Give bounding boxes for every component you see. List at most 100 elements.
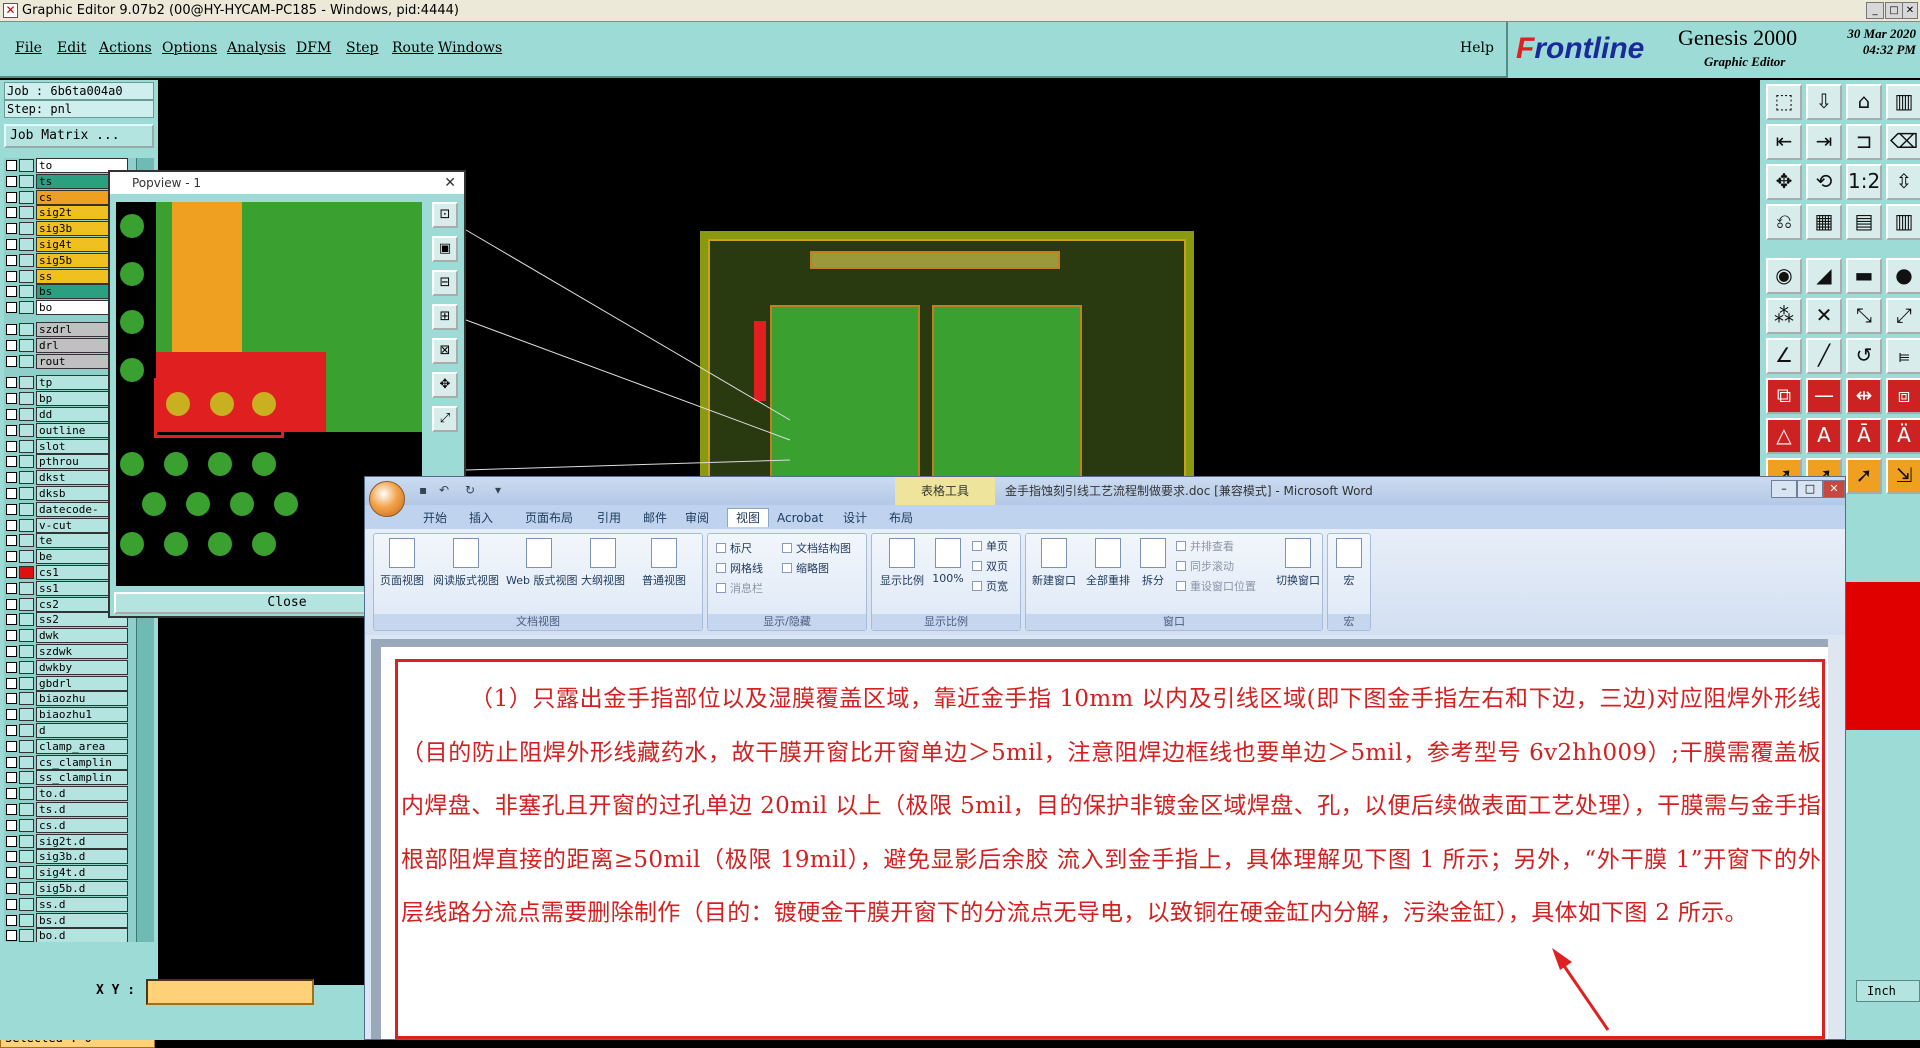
document-map-checkbox[interactable]: 文档结构图	[782, 542, 851, 556]
view-side-by-side-button[interactable]: 并排查看	[1176, 540, 1234, 554]
tool-button-25-icon[interactable]: ∠	[1766, 338, 1802, 374]
outline-view-icon	[590, 538, 616, 568]
tool-button-12-icon[interactable]: ⇳	[1886, 164, 1920, 200]
word-restore-button[interactable]: □	[1797, 480, 1823, 498]
xy-input[interactable]	[146, 979, 314, 1005]
reading-view-icon	[453, 538, 479, 568]
tool-button-33-icon[interactable]: △	[1766, 418, 1802, 454]
tool-button-9-icon[interactable]: ✥	[1766, 164, 1802, 200]
two-pages-button[interactable]: 双页	[972, 560, 1008, 574]
ribbon-tab[interactable]: 插入	[469, 509, 493, 527]
tool-button-36-icon[interactable]: Ä	[1886, 418, 1920, 454]
undo-icon[interactable]: ↶	[439, 483, 449, 497]
popview-tool-5-icon[interactable]: ⊠	[432, 338, 458, 364]
ribbon-tab[interactable]: 布局	[889, 509, 913, 527]
group-document-views: 页面视图 阅读版式视图 Web 版式视图 大纲视图 普通视图 文档视图	[373, 533, 703, 631]
tool-button-23-icon[interactable]: ⤡	[1846, 298, 1882, 334]
tool-button-2-icon[interactable]: ⇩	[1806, 84, 1842, 120]
reset-window-position-button[interactable]: 重设窗口位置	[1176, 580, 1256, 594]
tool-button-29-icon[interactable]: ⧉	[1766, 378, 1802, 414]
tool-button-15-icon[interactable]: ▤	[1846, 204, 1882, 240]
tool-button-13-icon[interactable]: ⎌	[1766, 204, 1802, 240]
group-label-macros: 宏	[1328, 614, 1370, 630]
tool-button-39-icon[interactable]: ➚	[1846, 458, 1882, 494]
tool-button-1-icon[interactable]: ⬚	[1766, 84, 1802, 120]
tool-button-20-icon[interactable]: ●	[1886, 258, 1920, 294]
tool-button-18-icon[interactable]: ◢	[1806, 258, 1842, 294]
web-view-button[interactable]: Web 版式视图	[506, 538, 577, 588]
new-window-button[interactable]: 新建窗口	[1028, 538, 1080, 588]
units-selector[interactable]: Inch	[1856, 980, 1920, 1002]
thumbnails-checkbox[interactable]: 缩略图	[782, 562, 829, 576]
tool-button-40-icon[interactable]: ⇲	[1886, 458, 1920, 494]
popview-tool-2-icon[interactable]: ▣	[432, 236, 458, 262]
popview-tool-3-icon[interactable]: ⊟	[432, 270, 458, 296]
outline-view-button[interactable]: 大纲视图	[576, 538, 630, 588]
tool-button-22-icon[interactable]: ✕	[1806, 298, 1842, 334]
popview-close-icon[interactable]: ✕	[444, 172, 456, 194]
word-close-button[interactable]: ✕	[1823, 480, 1845, 498]
sync-scroll-button[interactable]: 同步滚动	[1176, 560, 1234, 574]
tool-button-21-icon[interactable]: ⁂	[1766, 298, 1802, 334]
tool-button-4-icon[interactable]: ▥	[1886, 84, 1920, 120]
tool-button-11-icon[interactable]: 1:2	[1846, 164, 1882, 200]
ribbon-tab[interactable]: 引用	[597, 509, 621, 527]
page-view-button[interactable]: 页面视图	[378, 538, 426, 588]
popview-zoom-icon[interactable]: ✥	[432, 372, 458, 398]
popview-tool-4-icon[interactable]: ⊞	[432, 304, 458, 330]
tool-button-8-icon[interactable]: ⌫	[1886, 124, 1920, 160]
tool-button-14-icon[interactable]: ▦	[1806, 204, 1842, 240]
tool-button-26-icon[interactable]: ╱	[1806, 338, 1842, 374]
split-button[interactable]: 拆分	[1136, 538, 1170, 588]
tool-button-32-icon[interactable]: ⧈	[1886, 378, 1920, 414]
document-scrollbar[interactable]	[1828, 639, 1841, 1039]
split-icon	[1140, 538, 1166, 568]
tool-button-10-icon[interactable]: ⟲	[1806, 164, 1842, 200]
office-button[interactable]	[369, 481, 405, 517]
tool-button-31-icon[interactable]: ⇹	[1846, 378, 1882, 414]
popview-tool-1-icon[interactable]: ⊡	[432, 202, 458, 228]
zoom-100-button[interactable]: 100%	[928, 538, 968, 585]
message-bar-checkbox[interactable]: 消息栏	[716, 582, 763, 596]
tool-button-7-icon[interactable]: ⊐	[1846, 124, 1882, 160]
ribbon-tab[interactable]: 邮件	[643, 509, 667, 527]
tool-button-19-icon[interactable]: ▬	[1846, 258, 1882, 294]
tool-button-27-icon[interactable]: ↺	[1846, 338, 1882, 374]
document-page[interactable]: （1）只露出金手指部位以及湿膜覆盖区域，靠近金手指 10mm 以内及引线区域(即…	[381, 647, 1835, 1039]
ribbon-tab[interactable]: 页面布局	[525, 509, 573, 527]
save-icon[interactable]: ▪	[419, 483, 427, 497]
tool-button-34-icon[interactable]: A	[1806, 418, 1842, 454]
ribbon-tab[interactable]: 设计	[843, 509, 867, 527]
tool-button-35-icon[interactable]: Ā	[1846, 418, 1882, 454]
word-title-bar[interactable]: ▪ ↶ ↻ ▾ 表格工具 金手指蚀刻引线工艺流程制做要求.doc [兼容模式] …	[365, 477, 1845, 517]
arrange-all-button[interactable]: 全部重排	[1082, 538, 1134, 588]
ribbon-tab[interactable]: 开始	[423, 509, 447, 527]
one-page-button[interactable]: 单页	[972, 540, 1008, 554]
switch-windows-button[interactable]: 切换窗口	[1274, 538, 1322, 588]
reading-view-button[interactable]: 阅读版式视图	[430, 538, 502, 588]
tool-button-17-icon[interactable]: ◉	[1766, 258, 1802, 294]
tool-button-5-icon[interactable]: ⇤	[1766, 124, 1802, 160]
ribbon-tab[interactable]: 视图	[727, 508, 770, 527]
tool-button-16-icon[interactable]: ▥	[1886, 204, 1920, 240]
popview-title-bar[interactable]: Popview - 1 ✕	[110, 172, 464, 194]
tool-button-28-icon[interactable]: ⫢	[1886, 338, 1920, 374]
zoom-button[interactable]: 显示比例	[876, 538, 928, 588]
popview-fit-icon[interactable]: ⤢	[432, 406, 458, 432]
tool-button-3-icon[interactable]: ⌂	[1846, 84, 1882, 120]
page-width-button[interactable]: 页宽	[972, 580, 1008, 594]
word-minimize-button[interactable]: –	[1771, 480, 1797, 498]
ribbon: 页面视图 阅读版式视图 Web 版式视图 大纲视图 普通视图 文档视图 标尺 网…	[365, 529, 1845, 635]
ribbon-tab[interactable]: 审阅	[685, 509, 709, 527]
ruler-checkbox[interactable]: 标尺	[716, 542, 752, 556]
gridlines-checkbox[interactable]: 网格线	[716, 562, 763, 576]
tool-button-30-icon[interactable]: —	[1806, 378, 1842, 414]
tool-button-24-icon[interactable]: ⤢	[1886, 298, 1920, 334]
tool-button-6-icon[interactable]: ⇥	[1806, 124, 1842, 160]
quick-access-dropdown-icon[interactable]: ▾	[495, 483, 501, 497]
ribbon-tab[interactable]: Acrobat	[777, 509, 823, 527]
draft-view-button[interactable]: 普通视图	[634, 538, 694, 588]
document-paragraph[interactable]: （1）只露出金手指部位以及湿膜覆盖区域，靠近金手指 10mm 以内及引线区域(即…	[401, 673, 1821, 941]
redo-icon[interactable]: ↻	[465, 483, 475, 497]
macros-button[interactable]: 宏	[1332, 538, 1366, 588]
